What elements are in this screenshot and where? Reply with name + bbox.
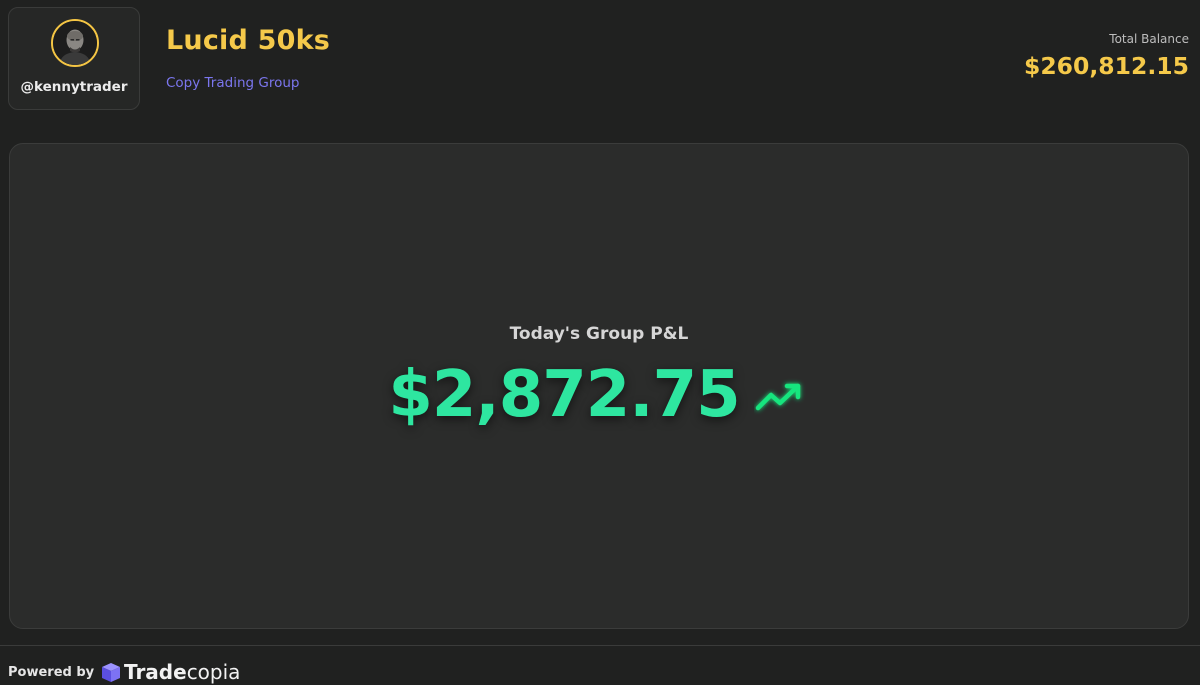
pnl-value: $2,872.75 <box>388 358 740 432</box>
group-subtitle: Copy Trading Group <box>166 75 300 91</box>
avatar[interactable] <box>51 19 99 67</box>
total-balance-value: $260,812.15 <box>1023 52 1189 80</box>
profile-card[interactable]: @kennytrader <box>8 7 140 110</box>
pnl-label: Today's Group P&L <box>509 324 689 344</box>
username: @kennytrader <box>20 79 128 95</box>
powered-by-label: Powered by <box>8 665 95 680</box>
pnl-panel: Today's Group P&L $2,872.75 <box>9 143 1189 629</box>
tradecopia-logo-icon <box>102 663 120 682</box>
brand-name-light: copia <box>186 660 241 684</box>
trending-up-icon <box>755 383 800 411</box>
group-title: Lucid 50ks <box>166 25 331 56</box>
total-balance-label: Total Balance <box>1109 32 1189 46</box>
user-avatar-icon <box>53 21 97 65</box>
pnl-row: $2,872.75 <box>10 358 1188 432</box>
brand-name-strong: Trade <box>124 660 187 684</box>
footer-divider <box>0 645 1200 646</box>
brand-link[interactable]: Trade copia <box>100 659 240 685</box>
